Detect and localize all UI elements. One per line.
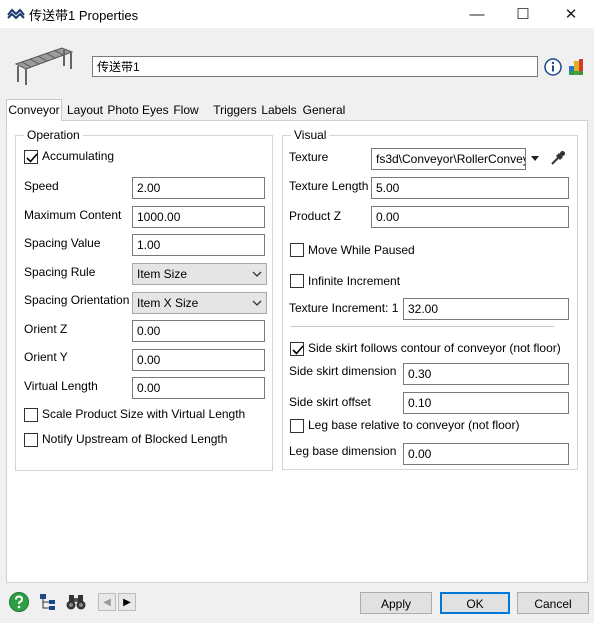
move-while-paused-checkbox[interactable] [290, 243, 304, 257]
orient-z-input[interactable]: 0.00 [132, 320, 265, 342]
side-skirt-offset-label: Side skirt offset [289, 395, 371, 409]
side-skirt-follows-checkbox[interactable] [290, 342, 304, 356]
side-skirt-dimension-label: Side skirt dimension [289, 364, 397, 378]
leg-base-dimension-label: Leg base dimension [289, 444, 397, 458]
scale-product-checkbox[interactable] [24, 408, 38, 422]
previous-button[interactable]: ◀ [98, 593, 116, 611]
operation-group: Operation Accumulating Speed 2.00 Maximu… [15, 128, 273, 471]
virtual-length-label: Virtual Length [24, 379, 98, 393]
orient-y-label: Orient Y [24, 350, 68, 364]
leg-base-relative-checkbox[interactable] [290, 419, 304, 433]
maximum-content-input[interactable]: 1000.00 [132, 206, 265, 228]
info-icon[interactable] [544, 58, 562, 76]
product-z-label: Product Z [289, 209, 342, 223]
spacing-rule-value: Item Size [137, 267, 188, 281]
leg-base-dimension-input[interactable]: 0.00 [403, 443, 569, 465]
tab-labels[interactable]: Labels [261, 100, 297, 120]
close-button[interactable]: ✕ [548, 0, 594, 28]
cancel-button[interactable]: Cancel [517, 592, 589, 614]
object-name-input[interactable]: 传送带1 [92, 56, 538, 77]
footer-bar: ◀ ▶ Apply OK Cancel [0, 585, 594, 623]
notify-upstream-checkbox[interactable] [24, 433, 38, 447]
texture-increment-input[interactable]: 32.00 [403, 298, 569, 320]
eyedropper-icon[interactable] [549, 149, 567, 167]
product-z-input[interactable]: 0.00 [371, 206, 569, 228]
speed-label: Speed [24, 179, 59, 193]
side-skirt-follows-label: Side skirt follows contour of conveyor (… [308, 341, 561, 355]
visual-group-title: Visual [291, 128, 330, 142]
texture-dropdown-icon[interactable] [530, 155, 540, 163]
help-button[interactable] [8, 591, 30, 613]
accumulating-checkbox[interactable] [24, 150, 38, 164]
maximize-button[interactable]: ☐ [500, 0, 546, 28]
accumulating-label: Accumulating [42, 149, 115, 163]
help-icon [9, 592, 29, 612]
virtual-length-input[interactable]: 0.00 [132, 377, 265, 399]
color-palette-icon[interactable] [567, 57, 585, 77]
find-button[interactable] [65, 591, 87, 613]
notify-upstream-label: Notify Upstream of Blocked Length [42, 432, 228, 446]
texture-label: Texture [289, 150, 329, 164]
checkmark-icon [26, 153, 38, 163]
tab-flow[interactable]: Flow [171, 100, 201, 120]
apply-button[interactable]: Apply [360, 592, 432, 614]
app-icon [7, 8, 25, 20]
infinite-increment-checkbox[interactable] [290, 274, 304, 288]
tab-conveyor[interactable]: Conveyor [6, 99, 62, 121]
ok-button[interactable]: OK [440, 592, 510, 614]
minimize-button[interactable]: — [454, 0, 500, 28]
title-bar: 传送带1 Properties — ☐ ✕ [0, 0, 594, 28]
window-title: 传送带1 Properties [29, 8, 139, 23]
tab-general[interactable]: General [302, 100, 346, 120]
visual-separator [290, 326, 554, 327]
scale-product-label: Scale Product Size with Virtual Length [42, 407, 246, 421]
spacing-value-input[interactable]: 1.00 [132, 234, 265, 256]
binoculars-icon [66, 595, 86, 610]
next-button[interactable]: ▶ [118, 593, 136, 611]
checkmark-icon [292, 345, 304, 355]
spacing-orientation-select[interactable]: Item X Size [132, 292, 267, 314]
tab-triggers[interactable]: Triggers [212, 100, 258, 120]
side-skirt-offset-input[interactable]: 0.10 [403, 392, 569, 414]
tree-view-button[interactable] [37, 591, 59, 613]
side-skirt-dimension-input[interactable]: 0.30 [403, 363, 569, 385]
orient-y-input[interactable]: 0.00 [132, 349, 265, 371]
chevron-down-icon [252, 300, 262, 306]
texture-increment-label: Texture Increment: 1 [289, 301, 399, 315]
object-header: 传送带1 [0, 28, 594, 98]
move-while-paused-label: Move While Paused [308, 243, 415, 257]
conveyor-icon [14, 47, 74, 85]
spacing-value-label: Spacing Value [24, 236, 101, 250]
maximum-content-label: Maximum Content [24, 208, 122, 222]
spacing-orientation-label: Spacing Orientation [24, 293, 130, 307]
texture-length-input[interactable]: 5.00 [371, 177, 569, 199]
texture-length-label: Texture Length [289, 179, 369, 193]
speed-input[interactable]: 2.00 [132, 177, 265, 199]
tree-icon [40, 594, 55, 610]
infinite-increment-label: Infinite Increment [308, 274, 401, 288]
spacing-orientation-value: Item X Size [137, 296, 199, 310]
tab-photo-eyes[interactable]: Photo Eyes [107, 100, 169, 120]
visual-group: Visual Texture fs3d\Conveyor\RollerConve… [282, 128, 578, 470]
operation-group-title: Operation [24, 128, 83, 142]
texture-input[interactable]: fs3d\Conveyor\RollerConveyor [371, 148, 526, 170]
spacing-rule-select[interactable]: Item Size [132, 263, 267, 285]
tab-layout[interactable]: Layout [66, 100, 104, 120]
chevron-down-icon [252, 271, 262, 277]
spacing-rule-label: Spacing Rule [24, 265, 96, 279]
orient-z-label: Orient Z [24, 322, 68, 336]
leg-base-relative-label: Leg base relative to conveyor (not floor… [308, 418, 520, 432]
conveyor-tab-pane: Operation Accumulating Speed 2.00 Maximu… [6, 120, 588, 583]
